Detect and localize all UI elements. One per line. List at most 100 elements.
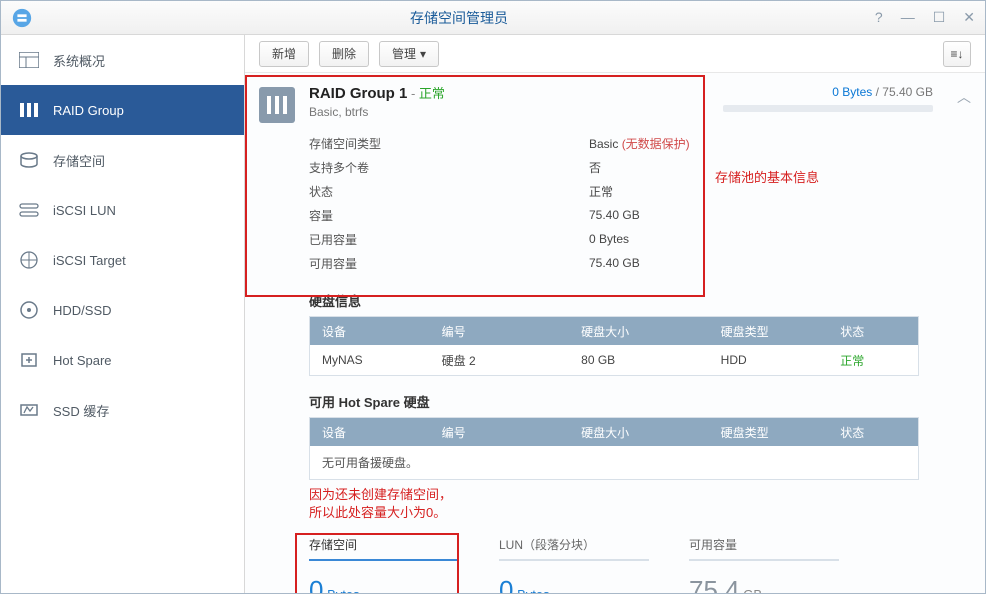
th-no: 编号 [430, 424, 570, 441]
th-status: 状态 [828, 323, 918, 340]
dash: - [411, 86, 419, 101]
main: 新增 删除 管理 ▾ ≡↓ RAID Group 1 - 正常 [245, 35, 985, 593]
capacity-bar [723, 105, 933, 112]
prop-value: 0 Bytes [589, 232, 629, 246]
disk-table: 设备 编号 硬盘大小 硬盘类型 状态 MyNAS 硬盘 2 80 GB HDD [309, 316, 919, 376]
window-title: 存储空间管理员 [43, 8, 875, 28]
delete-button[interactable]: 删除 [319, 41, 369, 67]
type-value: Basic [589, 137, 618, 151]
card-lun: LUN（段落分块） 0 Bytes [499, 536, 649, 593]
content: RAID Group 1 - 正常 Basic, btrfs 0 Bytes /… [245, 73, 985, 593]
td-device: MyNAS [310, 353, 430, 367]
sidebar-item-hdd-ssd[interactable]: HDD/SSD [1, 285, 244, 335]
th-size: 硬盘大小 [569, 424, 709, 441]
th-status: 状态 [828, 424, 918, 441]
sidebar-item-label: HDD/SSD [53, 303, 112, 318]
sidebar-item-label: iSCSI Target [53, 253, 126, 268]
group-status: 正常 [419, 86, 445, 101]
maximize-button[interactable]: ☐ [933, 9, 946, 26]
raid-group-entry-icon [259, 87, 295, 123]
iscsi-lun-icon [19, 201, 39, 219]
sidebar-item-volume[interactable]: 存储空间 [1, 135, 244, 185]
group-subtitle: Basic, btrfs [309, 105, 709, 119]
card-value: 0 Bytes [309, 575, 459, 593]
chevron-down-icon: ▾ [420, 47, 426, 61]
card-unit: GB [743, 587, 762, 593]
prop-multi: 支持多个卷 否 [309, 155, 971, 179]
raid-group-item: RAID Group 1 - 正常 Basic, btrfs 0 Bytes /… [245, 73, 985, 593]
manage-button[interactable]: 管理 ▾ [379, 41, 439, 67]
th-no: 编号 [430, 323, 570, 340]
annotation-volume: 因为还未创建存储空间， 所以此处容量大小为0。 [309, 486, 971, 522]
prop-label: 已用容量 [309, 231, 589, 248]
header-titles: RAID Group 1 - 正常 Basic, btrfs [309, 83, 709, 119]
list-icon: ≡↓ [950, 47, 963, 61]
th-device: 设备 [310, 424, 430, 441]
th-size: 硬盘大小 [569, 323, 709, 340]
help-button[interactable]: ? [875, 9, 883, 26]
disk-table-head: 设备 编号 硬盘大小 硬盘类型 状态 [310, 317, 918, 345]
td-no: 硬盘 2 [430, 352, 570, 369]
hs-section-title: 可用 Hot Spare 硬盘 [309, 392, 971, 411]
toolbar: 新增 删除 管理 ▾ ≡↓ [245, 35, 985, 73]
th-type: 硬盘类型 [709, 323, 829, 340]
minimize-button[interactable]: — [901, 9, 915, 26]
raid-group-icon [19, 101, 39, 119]
prop-value: 75.40 GB [589, 208, 640, 222]
card-title: LUN（段落分块） [499, 536, 649, 561]
sidebar-item-hot-spare[interactable]: Hot Spare [1, 335, 244, 385]
close-button[interactable]: ✕ [963, 9, 975, 26]
type-warn: (无数据保护) [622, 137, 690, 151]
sidebar-item-label: 系统概况 [53, 51, 105, 70]
prop-label: 状态 [309, 183, 589, 200]
cap-summary: 0 Bytes / 75.40 GB [832, 85, 933, 99]
collapse-toggle[interactable]: ︿ [957, 87, 971, 107]
prop-value: 75.40 GB [589, 256, 640, 270]
hs-empty: 无可用备援硬盘。 [310, 446, 918, 479]
volume-icon [19, 151, 39, 169]
ssd-cache-icon [19, 401, 39, 419]
card-unit: Bytes [517, 587, 550, 593]
prop-avail: 可用容量 75.40 GB [309, 251, 971, 275]
card-big: 0 [499, 575, 513, 593]
titlebar: 存储空间管理员 ? — ☐ ✕ [1, 1, 985, 35]
sidebar: 系统概况 RAID Group 存储空间 iSCSI LUN iSCSI Tar… [1, 35, 245, 593]
card-avail: 可用容量 75.4 GB [689, 536, 839, 593]
td-size: 80 GB [569, 353, 709, 367]
prop-label: 支持多个卷 [309, 159, 589, 176]
sidebar-item-iscsi-target[interactable]: iSCSI Target [1, 235, 244, 285]
cap-used: 0 Bytes [832, 85, 872, 99]
sidebar-item-raid-group[interactable]: RAID Group [1, 85, 244, 135]
prop-value: 否 [589, 159, 601, 176]
details: 存储空间类型 Basic (无数据保护) 支持多个卷 否 状态 正常 容量 [309, 131, 971, 593]
prop-used: 已用容量 0 Bytes [309, 227, 971, 251]
sidebar-item-iscsi-lun[interactable]: iSCSI LUN [1, 185, 244, 235]
summary-cards: 存储空间 0 Bytes LUN（段落分块） 0 Bytes 可用容量 75.4… [309, 536, 971, 593]
card-big: 75.4 [689, 575, 740, 593]
sidebar-item-label: RAID Group [53, 103, 124, 118]
sidebar-item-overview[interactable]: 系统概况 [1, 35, 244, 85]
sidebar-item-ssd-cache[interactable]: SSD 缓存 [1, 385, 244, 435]
card-big: 0 [309, 575, 323, 593]
group-name: RAID Group 1 [309, 85, 407, 102]
sidebar-item-label: SSD 缓存 [53, 401, 109, 420]
hot-spare-icon [19, 351, 39, 369]
th-type: 硬盘类型 [709, 424, 829, 441]
sidebar-item-label: 存储空间 [53, 151, 105, 170]
prop-label: 容量 [309, 207, 589, 224]
prop-capacity: 容量 75.40 GB [309, 203, 971, 227]
card-unit: Bytes [327, 587, 360, 593]
window: 存储空间管理员 ? — ☐ ✕ 系统概况 RAID Group 存储空间 i [0, 0, 986, 594]
card-value: 0 Bytes [499, 575, 649, 593]
add-button[interactable]: 新增 [259, 41, 309, 67]
sidebar-item-label: iSCSI LUN [53, 203, 116, 218]
disk-table-row[interactable]: MyNAS 硬盘 2 80 GB HDD 正常 [310, 345, 918, 375]
hs-table: 设备 编号 硬盘大小 硬盘类型 状态 无可用备援硬盘。 [309, 417, 919, 480]
window-controls: ? — ☐ ✕ [875, 9, 975, 26]
sidebar-item-label: Hot Spare [53, 353, 112, 368]
view-options-button[interactable]: ≡↓ [943, 41, 971, 67]
prop-value: 正常 [589, 183, 613, 200]
capacity-block: 0 Bytes / 75.40 GB [723, 83, 933, 112]
td-status: 正常 [828, 352, 918, 369]
manage-label: 管理 [392, 45, 416, 62]
